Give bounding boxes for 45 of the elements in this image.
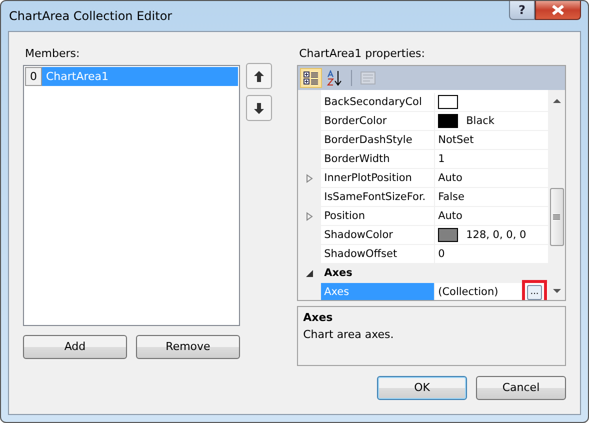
move-down-button[interactable] <box>246 95 272 121</box>
close-icon <box>550 4 566 16</box>
scroll-down-icon[interactable] <box>552 288 560 294</box>
property-value: False <box>438 190 464 205</box>
expand-icon[interactable] <box>306 212 314 221</box>
property-name[interactable]: IsSameFontSizeFor. <box>321 188 436 207</box>
ellipsis-button[interactable]: ... <box>527 284 542 300</box>
property-value: Auto <box>438 171 462 186</box>
property-value: 128, 0, 0, 0 <box>466 228 526 243</box>
property-name[interactable]: BorderWidth <box>321 150 436 169</box>
row-index: 0 <box>25 67 42 86</box>
property-name[interactable]: Position <box>321 207 436 226</box>
move-up-button[interactable] <box>246 63 272 89</box>
scroll-thumb[interactable] <box>550 188 564 246</box>
property-value: Black <box>466 114 495 129</box>
scroll-up-icon[interactable] <box>552 98 560 104</box>
property-name[interactable]: BorderDashStyle <box>321 131 436 150</box>
properties-label: ChartArea1 properties: <box>298 46 426 62</box>
members-label: Members: <box>24 46 81 62</box>
ok-button[interactable]: OK <box>377 376 467 400</box>
description-text: Chart area axes. <box>303 326 395 342</box>
property-value: Auto <box>438 209 462 224</box>
categorized-icon[interactable] <box>300 68 322 88</box>
remove-button[interactable]: Remove <box>136 335 240 359</box>
up-arrow-icon <box>254 70 264 82</box>
property-value: 1 <box>438 152 445 167</box>
property-name[interactable]: BorderColor <box>321 112 436 131</box>
scrollbar[interactable] <box>548 90 565 300</box>
description-title: Axes <box>303 310 334 326</box>
cancel-button[interactable]: Cancel <box>476 376 566 400</box>
expand-icon[interactable] <box>306 174 314 183</box>
window-title: ChartArea Collection Editor <box>8 8 172 25</box>
property-value: NotSet <box>438 133 474 148</box>
property-value: 0 <box>438 247 445 262</box>
property-name[interactable]: BackSecondaryCol <box>321 93 436 112</box>
grip-icon <box>553 214 560 220</box>
add-button[interactable]: Add <box>23 335 127 359</box>
property-name[interactable]: InnerPlotPosition <box>321 169 436 188</box>
close-button[interactable] <box>535 1 581 20</box>
down-arrow-icon <box>254 102 264 114</box>
collapse-icon[interactable] <box>306 270 314 277</box>
category-header: Axes <box>321 264 548 283</box>
property-value: (Collection) <box>438 285 498 300</box>
property-name[interactable]: ShadowColor <box>321 226 436 245</box>
help-button[interactable]: ? <box>509 1 535 20</box>
